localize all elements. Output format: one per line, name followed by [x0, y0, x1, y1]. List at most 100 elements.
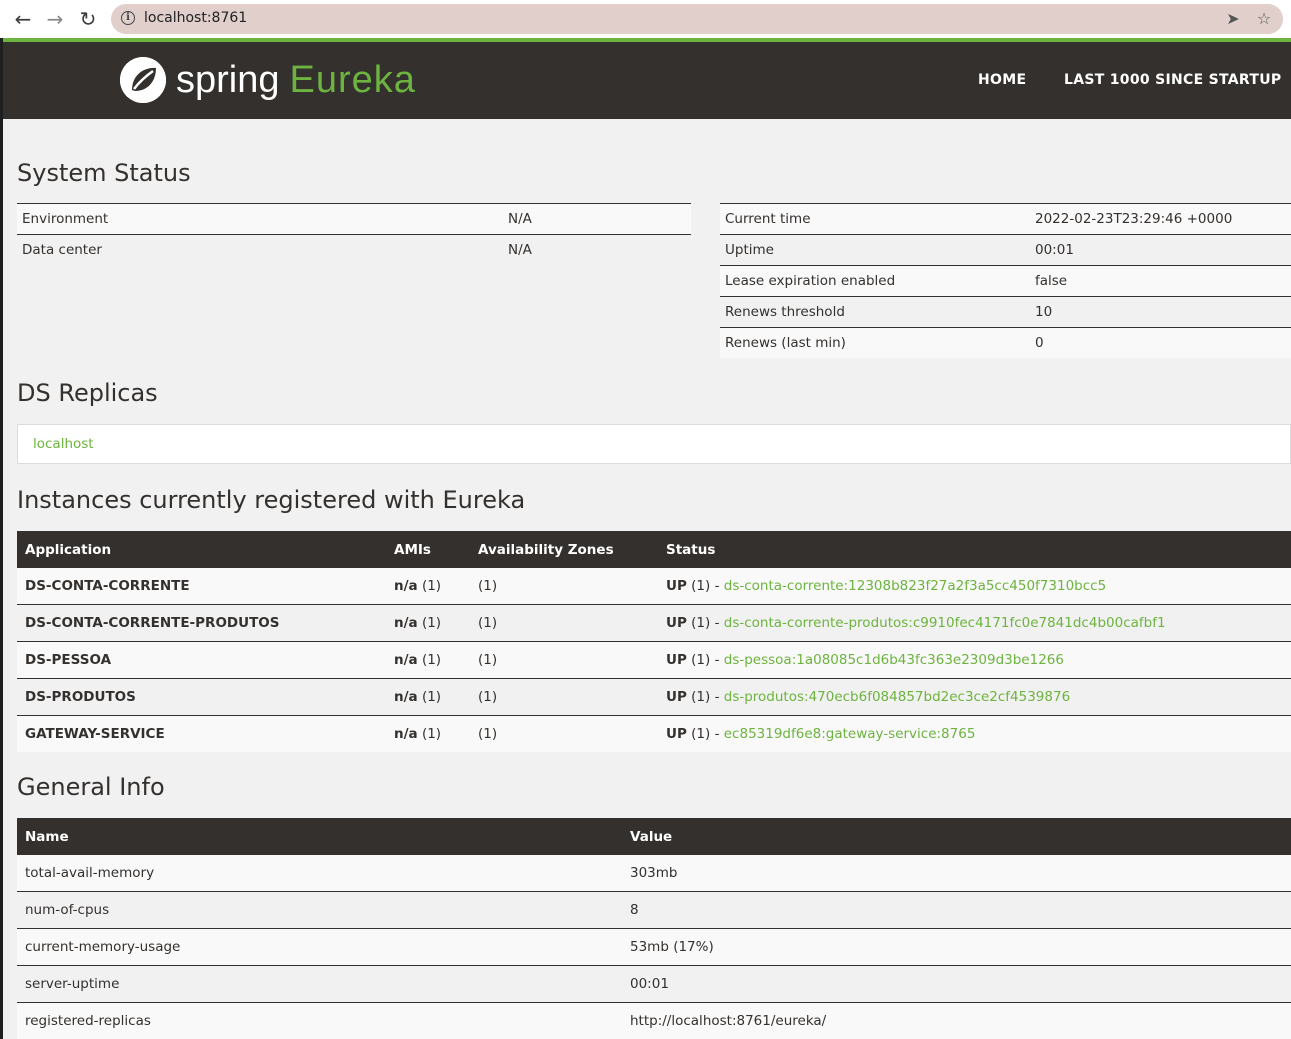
reload-icon[interactable]: ↻: [75, 6, 101, 32]
instance-link[interactable]: ds-conta-corrente-produtos:c9910fec4171f…: [724, 615, 1166, 631]
info-value: 53mb (17%): [622, 928, 1291, 966]
status-count: (1) -: [691, 652, 720, 668]
system-status-right-table: Current time 2022-02-23T23:29:46 +0000 U…: [720, 203, 1291, 358]
application-name: DS-CONTA-CORRENTE-PRODUTOS: [17, 604, 386, 642]
status-up: UP: [666, 689, 687, 705]
table-row: Current time 2022-02-23T23:29:46 +0000: [720, 203, 1291, 235]
ami-cell: n/a (1): [386, 715, 470, 752]
zones-cell: (1): [470, 568, 658, 605]
ds-replicas-list: localhost: [17, 424, 1291, 464]
table-header-row: Name Value: [17, 818, 1291, 855]
address-bar[interactable]: i localhost:8761 ➤ ☆: [111, 4, 1283, 34]
table-row: Environment N/A: [17, 203, 691, 235]
instance-link[interactable]: ds-produtos:470ecb6f084857bd2ec3ce2cf453…: [724, 689, 1070, 705]
table-row: DS-PRODUTOS n/a (1) (1) UP (1) - ds-prod…: [17, 678, 1291, 716]
table-row: current-memory-usage 53mb (17%): [17, 928, 1291, 966]
ami-count: (1): [421, 615, 442, 631]
column-header-amis: AMIs: [386, 531, 470, 568]
application-name: DS-PRODUTOS: [17, 678, 386, 716]
ami-count: (1): [421, 652, 442, 668]
navbar: spring Eureka HOME LAST 1000 SINCE START…: [3, 42, 1291, 119]
status-value: 00:01: [1030, 234, 1291, 266]
status-key: Environment: [17, 203, 503, 235]
column-header-status: Status: [658, 531, 1291, 568]
instance-link[interactable]: ds-conta-corrente:12308b823f27a2f3a5cc45…: [724, 578, 1106, 594]
status-value: N/A: [503, 234, 691, 265]
table-row: registered-replicas http://localhost:876…: [17, 1002, 1291, 1039]
ami-value: n/a: [394, 726, 418, 742]
info-value: http://localhost:8761/eureka/: [622, 1002, 1291, 1039]
status-key: Uptime: [720, 234, 1030, 266]
status-key: Current time: [720, 203, 1030, 235]
nav-last-1000-link[interactable]: LAST 1000 SINCE STARTUP: [1064, 72, 1281, 88]
table-row: Lease expiration enabled false: [720, 265, 1291, 297]
status-up: UP: [666, 726, 687, 742]
spring-leaf-icon: [120, 57, 166, 103]
info-value: 00:01: [622, 965, 1291, 1003]
status-key: Renews (last min): [720, 327, 1030, 358]
column-header-name: Name: [17, 818, 622, 855]
info-name: total-avail-memory: [17, 855, 622, 892]
info-name: num-of-cpus: [17, 891, 622, 929]
instances-heading: Instances currently registered with Eure…: [17, 486, 526, 514]
table-row: DS-PESSOA n/a (1) (1) UP (1) - ds-pessoa…: [17, 641, 1291, 679]
ami-cell: n/a (1): [386, 604, 470, 642]
column-header-zones: Availability Zones: [470, 531, 658, 568]
replica-link[interactable]: localhost: [33, 436, 94, 452]
status-cell: UP (1) - ds-conta-corrente-produtos:c991…: [658, 604, 1291, 642]
table-row: DS-CONTA-CORRENTE n/a (1) (1) UP (1) - d…: [17, 568, 1291, 605]
main-content: System Status Environment N/A Data cente…: [3, 119, 1291, 1039]
instance-link[interactable]: ds-pessoa:1a08085c1d6b43fc363e2309d3be12…: [724, 652, 1064, 668]
info-name: current-memory-usage: [17, 928, 622, 966]
status-value: 10: [1030, 296, 1291, 328]
table-row: GATEWAY-SERVICE n/a (1) (1) UP (1) - ec8…: [17, 715, 1291, 752]
table-row: Renews threshold 10: [720, 296, 1291, 328]
system-status-left-table: Environment N/A Data center N/A: [17, 203, 691, 265]
status-up: UP: [666, 578, 687, 594]
column-header-value: Value: [622, 818, 1291, 855]
application-name: DS-CONTA-CORRENTE: [17, 568, 386, 605]
nav-home-link[interactable]: HOME: [978, 72, 1026, 88]
zones-cell: (1): [470, 641, 658, 679]
ami-cell: n/a (1): [386, 641, 470, 679]
status-key: Data center: [17, 234, 503, 265]
spring-eureka-logo[interactable]: spring Eureka: [120, 54, 416, 106]
table-row: DS-CONTA-CORRENTE-PRODUTOS n/a (1) (1) U…: [17, 604, 1291, 642]
table-row: num-of-cpus 8: [17, 891, 1291, 929]
ami-value: n/a: [394, 615, 418, 631]
ami-value: n/a: [394, 578, 418, 594]
info-value: 303mb: [622, 855, 1291, 892]
ami-count: (1): [421, 726, 442, 742]
zones-cell: (1): [470, 604, 658, 642]
bookmark-star-icon[interactable]: ☆: [1254, 8, 1274, 30]
info-name: registered-replicas: [17, 1002, 622, 1039]
table-row: Data center N/A: [17, 234, 691, 265]
ami-value: n/a: [394, 652, 418, 668]
browser-toolbar: ← → ↻ i localhost:8761 ➤ ☆: [0, 0, 1291, 38]
ami-count: (1): [421, 578, 442, 594]
instances-table: Application AMIs Availability Zones Stat…: [17, 531, 1291, 752]
send-icon[interactable]: ➤: [1223, 8, 1243, 30]
table-row: total-avail-memory 303mb: [17, 855, 1291, 892]
status-value: 2022-02-23T23:29:46 +0000: [1030, 203, 1291, 235]
status-count: (1) -: [691, 615, 720, 631]
status-key: Renews threshold: [720, 296, 1030, 328]
table-row: Renews (last min) 0: [720, 327, 1291, 358]
status-value: false: [1030, 265, 1291, 297]
status-cell: UP (1) - ds-pessoa:1a08085c1d6b43fc363e2…: [658, 641, 1291, 679]
status-key: Lease expiration enabled: [720, 265, 1030, 297]
zones-cell: (1): [470, 678, 658, 716]
status-value: 0: [1030, 327, 1291, 358]
url-text[interactable]: localhost:8761: [144, 10, 247, 26]
ami-cell: n/a (1): [386, 568, 470, 605]
status-cell: UP (1) - ds-conta-corrente:12308b823f27a…: [658, 568, 1291, 605]
ami-value: n/a: [394, 689, 418, 705]
status-cell: UP (1) - ec85319df6e8:gateway-service:87…: [658, 715, 1291, 752]
info-icon[interactable]: i: [121, 11, 135, 25]
forward-arrow-icon[interactable]: →: [42, 6, 68, 32]
back-arrow-icon[interactable]: ←: [10, 6, 36, 32]
brand-eureka: Eureka: [289, 58, 416, 101]
status-up: UP: [666, 615, 687, 631]
table-header-row: Application AMIs Availability Zones Stat…: [17, 531, 1291, 568]
instance-link[interactable]: ec85319df6e8:gateway-service:8765: [724, 726, 976, 742]
